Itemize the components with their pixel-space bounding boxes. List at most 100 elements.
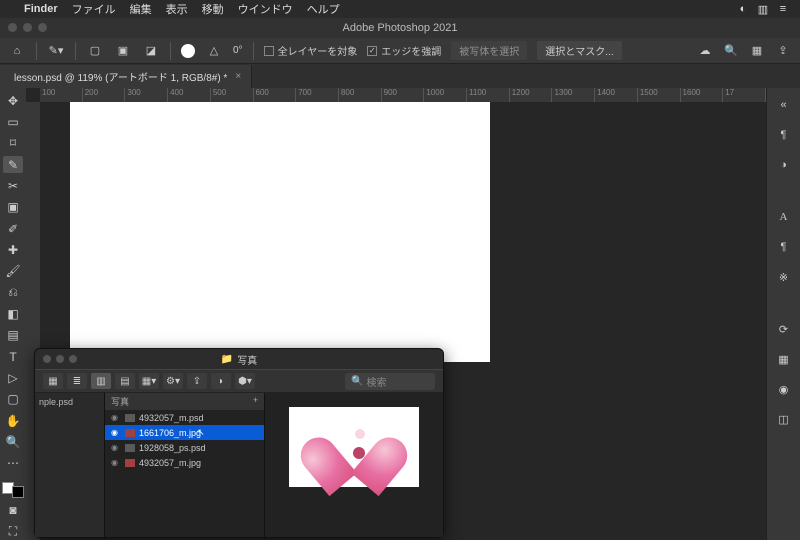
properties-icon[interactable]: ◑ xyxy=(773,154,795,176)
gradient-tool[interactable]: ▤ xyxy=(3,327,23,344)
cursor-icon: ↖ xyxy=(197,427,205,438)
tags-button[interactable]: ◗ xyxy=(211,373,231,389)
hand-tool[interactable]: ✋ xyxy=(3,412,23,429)
document-tab[interactable]: lesson.psd @ 119% (アートボード 1, RGB/8#) * × xyxy=(0,65,252,88)
view-icons[interactable]: ▦ xyxy=(43,373,63,389)
swatches-icon[interactable]: ◉ xyxy=(773,378,795,400)
adjustments-icon[interactable]: ⟳ xyxy=(773,318,795,340)
artboard[interactable] xyxy=(70,102,490,362)
cloud-icon[interactable]: ☁ xyxy=(696,42,714,60)
finder-search[interactable]: 🔍 検索 xyxy=(345,373,435,390)
heart-flowers-image xyxy=(319,417,389,477)
quick-select-tool[interactable]: ✎ xyxy=(3,156,23,173)
tools-panel: ✥ ▭ ⌑ ✎ ✂ ▣ ✐ ✚ 🖌 ⎌ ◧ ▤ T ▷ ▢ ✋ 🔍 ⋯ ◙ ⛶ xyxy=(0,88,26,540)
status-icon-1[interactable]: ◐ xyxy=(736,2,750,16)
eyedropper-tool[interactable]: ✐ xyxy=(3,220,23,237)
finder-traffic-lights[interactable] xyxy=(43,355,77,363)
type-tool[interactable]: T xyxy=(3,348,23,365)
finder-titlebar[interactable]: 📁 写真 xyxy=(35,349,443,369)
menu-go[interactable]: 移動 xyxy=(202,1,224,17)
document-tabbar: lesson.psd @ 119% (アートボード 1, RGB/8#) * × xyxy=(0,64,800,88)
libraries-icon[interactable]: ¶ xyxy=(773,124,795,146)
dropbox-button[interactable]: ⬢▾ xyxy=(235,373,255,389)
search-placeholder: 検索 xyxy=(366,374,386,389)
menu-edit[interactable]: 編集 xyxy=(130,1,152,17)
status-icon-3[interactable]: ≡ xyxy=(776,2,790,16)
finder-toolbar: ▦ ≣ ▥ ▤ ▦▾ ⚙▾ ⇪ ◗ ⬢▾ 🔍 検索 xyxy=(35,369,443,393)
share-icon[interactable]: ⇪ xyxy=(774,42,792,60)
search-icon: 🔍 xyxy=(351,376,363,387)
app-name[interactable]: Finder xyxy=(24,3,58,15)
angle-value[interactable]: 0° xyxy=(233,45,243,56)
menu-view[interactable]: 表示 xyxy=(166,1,188,17)
window-titlebar: Adobe Photoshop 2021 xyxy=(0,18,800,38)
character-icon[interactable]: A xyxy=(773,206,795,228)
right-panels: « ¶ ◑ A ¶ ※ ⟳ ▦ ◉ ◫ xyxy=(766,88,800,540)
share-button[interactable]: ⇪ xyxy=(187,373,207,389)
stamp-tool[interactable]: ⎌ xyxy=(3,284,23,301)
column-header[interactable]: 写真+ xyxy=(105,393,264,410)
finder-sidebar[interactable]: nple.psd xyxy=(35,393,105,537)
group-button[interactable]: ▦▾ xyxy=(139,373,159,389)
file-row[interactable]: ◉1928058_ps.psd xyxy=(105,440,264,455)
finder-title: 写真 xyxy=(237,352,257,367)
finder-file-list: 写真+ ◉4932057_m.psd ◉1661706_m.jpg↖ ◉1928… xyxy=(105,393,265,537)
finder-folder-icon: 📁 xyxy=(221,354,233,365)
glyphs-icon[interactable]: ※ xyxy=(773,266,795,288)
angle-icon[interactable]: △ xyxy=(205,42,223,60)
file-row[interactable]: ◉4932057_m.jpg xyxy=(105,455,264,470)
preview-thumbnail[interactable] xyxy=(289,407,419,487)
file-row[interactable]: ◉4932057_m.psd xyxy=(105,410,264,425)
all-layers-checkbox[interactable]: 全レイヤーを対象 xyxy=(264,43,358,58)
select-subject-button[interactable]: 被写体を選択 xyxy=(451,41,527,60)
search-icon[interactable]: 🔍 xyxy=(722,42,740,60)
sidebar-item[interactable]: nple.psd xyxy=(39,397,100,407)
zoom-tool[interactable]: 🔍 xyxy=(3,433,23,450)
add-icon[interactable]: + xyxy=(253,395,258,408)
quickmask-tool[interactable]: ◙ xyxy=(3,502,23,519)
traffic-lights[interactable] xyxy=(8,23,47,32)
menu-window[interactable]: ウインドウ xyxy=(238,1,293,17)
intersect-selection-icon[interactable]: ◪ xyxy=(142,42,160,60)
screenmode-tool[interactable]: ⛶ xyxy=(3,523,23,540)
brush-swatch[interactable] xyxy=(181,44,195,58)
shape-tool[interactable]: ▢ xyxy=(3,391,23,408)
macos-menubar: Finder ファイル 編集 表示 移動 ウインドウ ヘルプ ◐ ▥ ≡ xyxy=(0,0,800,18)
more-tools[interactable]: ⋯ xyxy=(3,455,23,472)
panel-collapse-icon[interactable]: « xyxy=(773,94,795,116)
frame-tool[interactable]: ▣ xyxy=(3,199,23,216)
lasso-tool[interactable]: ⌑ xyxy=(3,135,23,152)
app-title: Adobe Photoshop 2021 xyxy=(343,22,458,34)
enhance-edge-checkbox[interactable]: エッジを強調 xyxy=(367,43,441,58)
view-list[interactable]: ≣ xyxy=(67,373,87,389)
subtract-selection-icon[interactable]: ▣ xyxy=(114,42,132,60)
add-selection-icon[interactable]: ▢ xyxy=(86,42,104,60)
layers-icon[interactable]: ◫ xyxy=(773,408,795,430)
finder-window[interactable]: 📁 写真 ▦ ≣ ▥ ▤ ▦▾ ⚙▾ ⇪ ◗ ⬢▾ 🔍 検索 nple.psd … xyxy=(34,348,444,538)
status-icon-2[interactable]: ▥ xyxy=(756,2,770,16)
close-tab-icon[interactable]: × xyxy=(235,71,241,82)
home-icon[interactable]: ⌂ xyxy=(8,42,26,60)
menu-file[interactable]: ファイル xyxy=(72,1,116,17)
tab-label: lesson.psd @ 119% (アートボード 1, RGB/8#) * xyxy=(14,69,227,84)
healing-tool[interactable]: ✚ xyxy=(3,241,23,258)
brush-tool[interactable]: 🖌 xyxy=(3,263,23,280)
ruler-horizontal: 1002003004005006007008009001000110012001… xyxy=(40,88,766,102)
select-and-mask-button[interactable]: 選択とマスク... xyxy=(537,41,621,60)
menu-help[interactable]: ヘルプ xyxy=(307,1,340,17)
view-columns[interactable]: ▥ xyxy=(91,373,111,389)
paragraph-icon[interactable]: ¶ xyxy=(773,236,795,258)
eraser-tool[interactable]: ◧ xyxy=(3,305,23,322)
action-button[interactable]: ⚙▾ xyxy=(163,373,183,389)
color-swap[interactable] xyxy=(2,482,24,498)
file-row[interactable]: ◉1661706_m.jpg↖ xyxy=(105,425,264,440)
marquee-tool[interactable]: ▭ xyxy=(3,113,23,130)
tool-preset-icon[interactable]: ✎▾ xyxy=(47,42,65,60)
crop-tool[interactable]: ✂ xyxy=(3,177,23,194)
styles-icon[interactable]: ▦ xyxy=(773,348,795,370)
move-tool[interactable]: ✥ xyxy=(3,92,23,109)
workspace-icon[interactable]: ▦ xyxy=(748,42,766,60)
options-bar: ⌂ ✎▾ ▢ ▣ ◪ △ 0° 全レイヤーを対象 エッジを強調 被写体を選択 選… xyxy=(0,38,800,64)
view-gallery[interactable]: ▤ xyxy=(115,373,135,389)
path-tool[interactable]: ▷ xyxy=(3,369,23,386)
